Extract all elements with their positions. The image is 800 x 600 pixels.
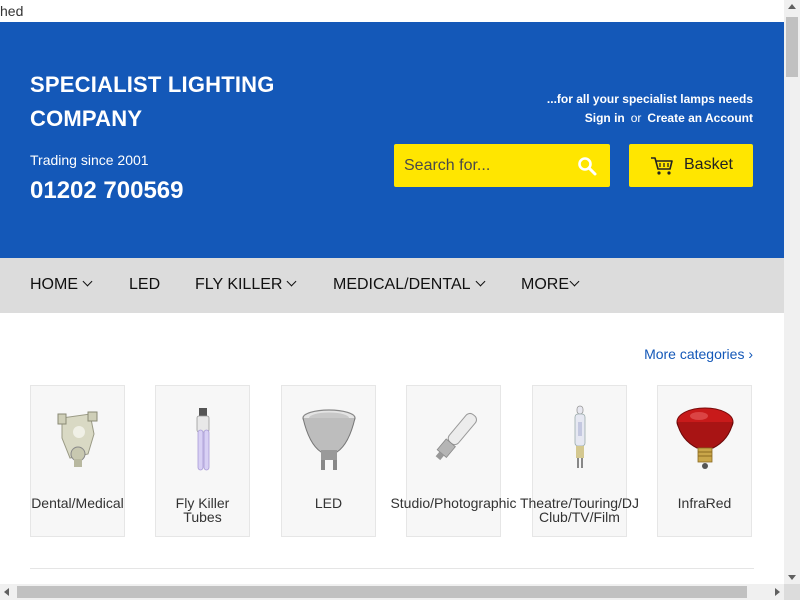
scrollbar-thumb[interactable]: [17, 586, 747, 598]
category-card-led[interactable]: LED: [281, 385, 376, 537]
nav-item-more[interactable]: MORE: [521, 276, 580, 294]
site-logo[interactable]: SPECIALIST LIGHTING COMPANY: [30, 68, 350, 136]
chevron-down-icon: [569, 276, 580, 287]
category-card-fly-killer[interactable]: Fly Killer Tubes: [155, 385, 250, 537]
truncated-text: hed: [0, 3, 24, 19]
account-links: Sign in or Create an Account: [585, 111, 753, 125]
scroll-left-arrow-icon[interactable]: [4, 588, 9, 596]
studio-lamp-icon: [435, 412, 477, 461]
create-account-link[interactable]: Create an Account: [647, 111, 753, 125]
category-card-studio-photographic[interactable]: Studio/Photographic: [390, 385, 517, 537]
brand-line-1[interactable]: SPECIALIST LIGHTING: [30, 68, 350, 102]
category-card-theatre-touring[interactable]: Theatre/Touring/DJ Club/TV/Film: [520, 385, 639, 537]
main-nav: HOME LED FLY KILLER MEDICAL/DENTAL MORE: [0, 258, 784, 313]
category-label: Theatre/Touring/DJ Club/TV/Film: [519, 495, 640, 525]
nav-label: HOME: [30, 276, 78, 293]
vertical-scrollbar[interactable]: [784, 0, 800, 584]
category-card-infrared[interactable]: InfraRed: [657, 385, 752, 537]
scrollbar-thumb[interactable]: [786, 17, 798, 77]
category-label: Studio/Photographic: [390, 495, 517, 511]
tagline: ...for all your specialist lamps needs: [546, 92, 753, 106]
search-box[interactable]: Search for...: [394, 144, 610, 187]
dental-lamp-icon: [57, 411, 97, 467]
sign-in-link[interactable]: Sign in: [585, 111, 625, 125]
nav-label: MORE: [521, 276, 569, 293]
basket-button[interactable]: Basket: [629, 144, 753, 187]
basket-label: Basket: [684, 156, 733, 173]
chevron-down-icon: [82, 276, 93, 287]
more-categories-link[interactable]: More categories ›: [644, 346, 753, 362]
search-input[interactable]: Search for...: [404, 157, 490, 175]
category-label: Fly Killer Tubes: [175, 495, 230, 525]
scroll-down-arrow-icon[interactable]: [788, 575, 796, 580]
site-header: SPECIALIST LIGHTING COMPANY Trading sinc…: [0, 22, 784, 258]
nav-item-medical-dental[interactable]: MEDICAL/DENTAL: [333, 276, 485, 294]
infrared-bulb-icon: [676, 407, 733, 469]
scroll-up-arrow-icon[interactable]: [788, 4, 796, 9]
basket-icon: [651, 157, 673, 175]
nav-item-led[interactable]: LED: [129, 276, 160, 294]
chevron-down-icon: [475, 276, 485, 287]
theatre-lamp-icon: [574, 405, 585, 468]
section-divider: [30, 568, 754, 569]
category-card-dental-medical[interactable]: Dental/Medical: [30, 385, 125, 537]
horizontal-scrollbar[interactable]: [0, 584, 784, 600]
trading-since: Trading since 2001: [30, 152, 149, 168]
phone-number: 01202 700569: [30, 177, 184, 204]
nav-label: FLY KILLER: [195, 276, 283, 293]
nav-item-home[interactable]: HOME: [30, 276, 93, 294]
chevron-down-icon: [287, 276, 297, 287]
scrollbar-corner: [784, 584, 800, 600]
page-top-strip: hed: [0, 0, 784, 22]
category-label: InfraRed: [677, 495, 732, 511]
brand-line-2[interactable]: COMPANY: [30, 102, 350, 136]
category-label: LED: [314, 495, 343, 511]
search-icon[interactable]: [577, 156, 597, 176]
nav-label: MEDICAL/DENTAL: [333, 276, 471, 293]
category-label: Dental/Medical: [31, 495, 124, 511]
led-spotlight-icon: [301, 409, 356, 470]
scroll-right-arrow-icon[interactable]: [775, 588, 780, 596]
fly-killer-tube-icon: [196, 408, 209, 471]
nav-label: LED: [129, 276, 161, 293]
nav-item-fly-killer[interactable]: FLY KILLER: [195, 276, 297, 294]
or-text: or: [630, 111, 642, 125]
